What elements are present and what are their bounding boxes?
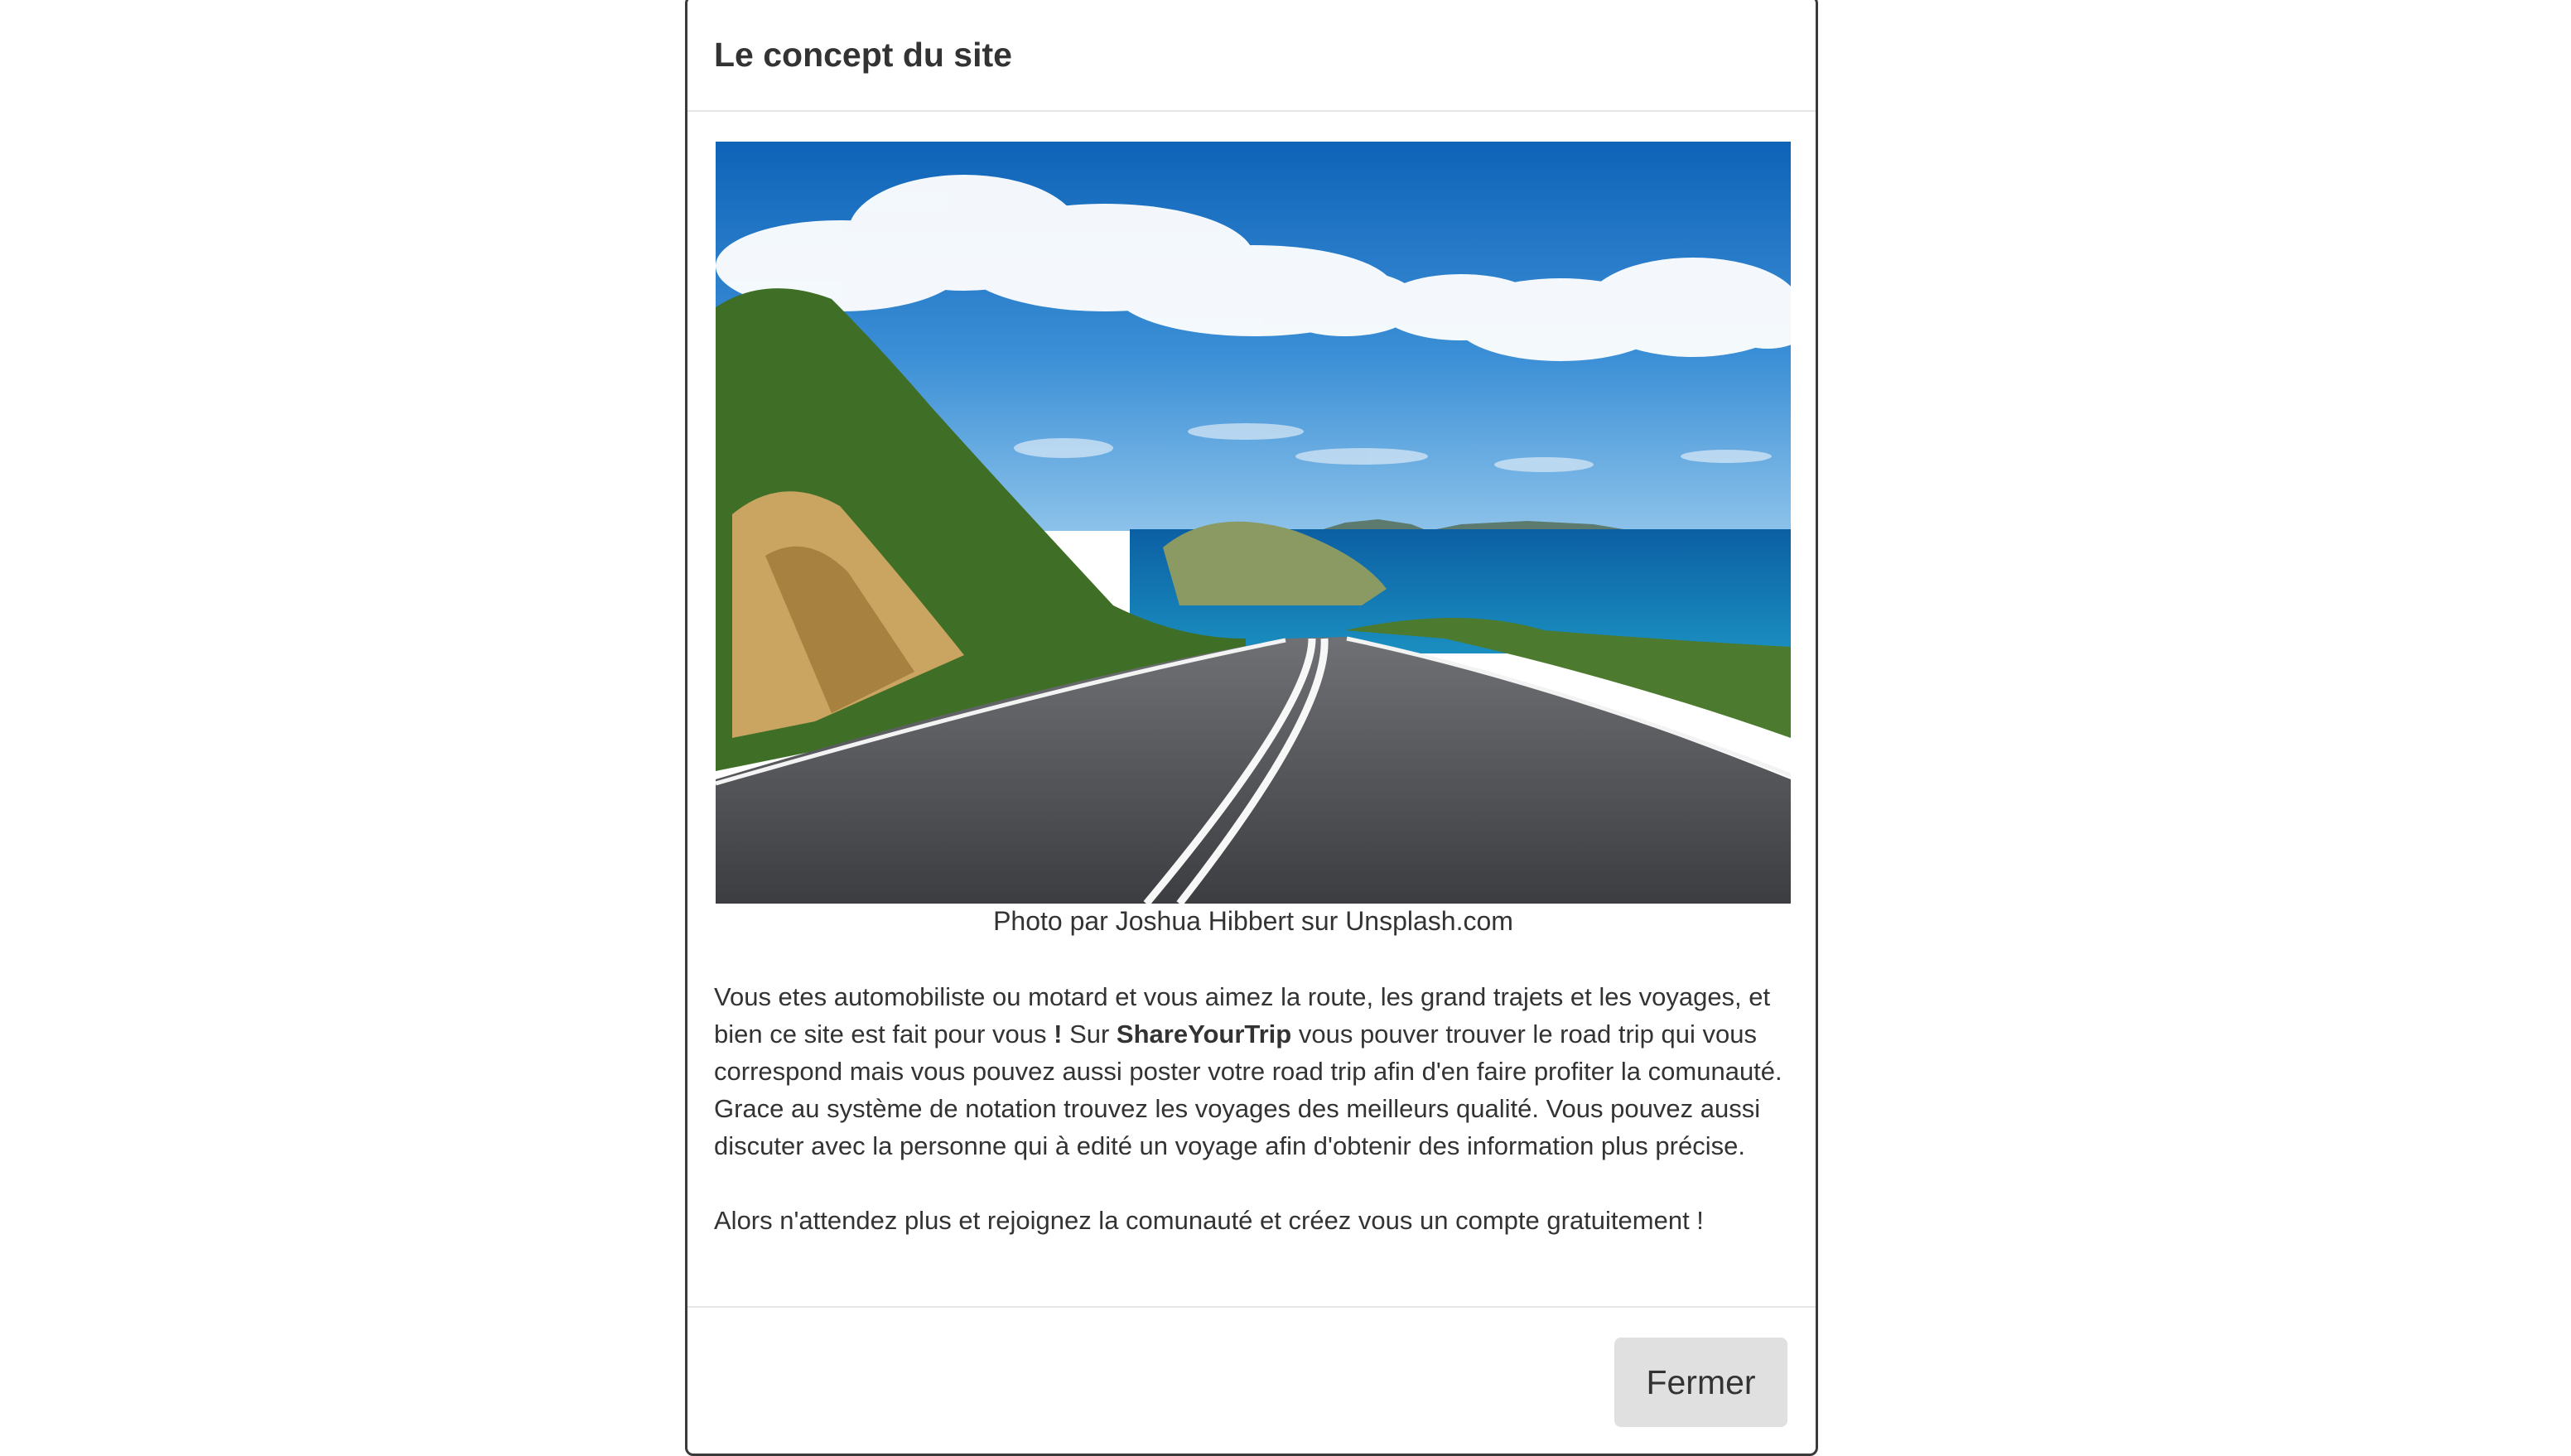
concept-modal: Le concept du site Photo par Joshua Hibb… [685,0,1818,1456]
intro-text-2: Sur [1062,1020,1117,1049]
cta-paragraph: Alors n'attendez plus et rejoignez la co… [714,1206,1704,1235]
brand-name: ShareYourTrip [1116,1020,1292,1049]
modal-footer: Fermer [687,1306,1816,1454]
intro-exclaim: ! [1054,1020,1063,1049]
modal-header: Le concept du site [687,0,1816,112]
intro-paragraph: Vous etes automobiliste ou motard et vou… [714,978,1796,1164]
road-photo [716,142,1791,904]
close-button[interactable]: Fermer [1614,1338,1787,1427]
image-caption: Photo par Joshua Hibbert sur Unsplash.co… [993,906,1513,936]
modal-title: Le concept du site [714,36,1012,74]
modal-body-text: Vous etes automobiliste ou motard et vou… [714,978,1796,1239]
